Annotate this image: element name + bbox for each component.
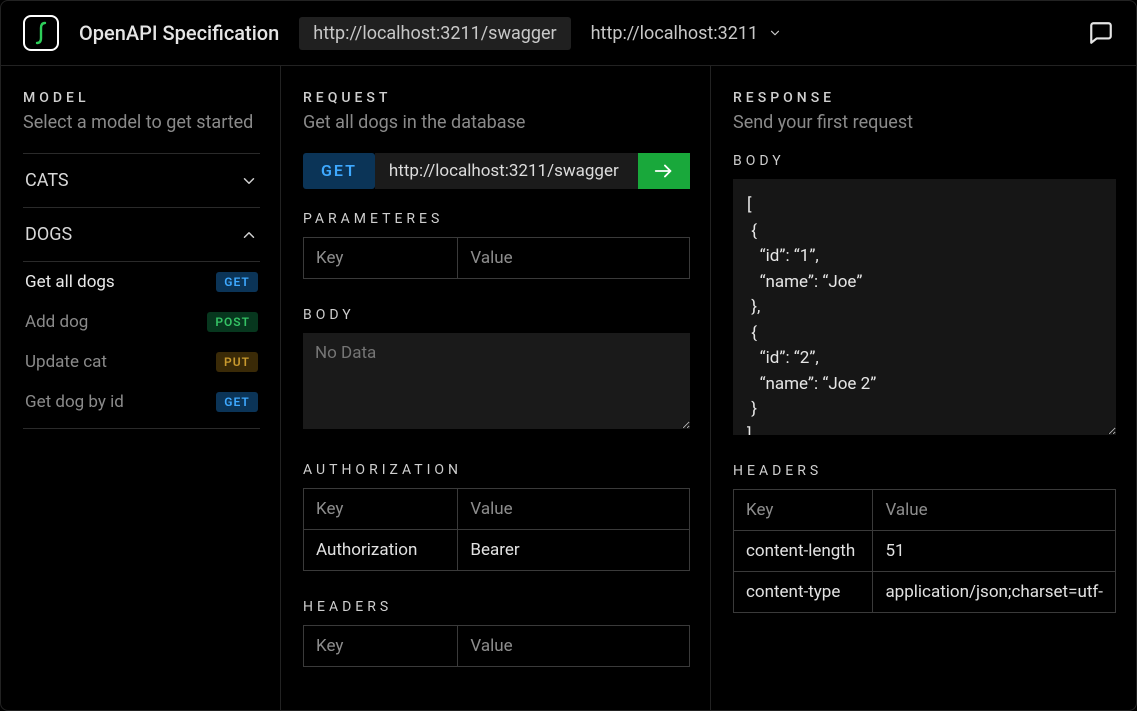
endpoint-add-dog[interactable]: Add dog POST — [23, 302, 260, 342]
resp-headers-value-header: Value — [873, 490, 1116, 531]
parameters-value-header: Value — [458, 238, 690, 279]
model-panel-title: MODEL — [23, 90, 260, 106]
authorization-heading: AUTHORIZATION — [303, 462, 690, 478]
app-window: OpenAPI Specification http://localhost:3… — [0, 0, 1137, 711]
model-group-cats[interactable]: CATS — [23, 153, 260, 208]
app-header: OpenAPI Specification http://localhost:3… — [1, 1, 1136, 66]
table-row: content-type application/json;charset=ut… — [734, 572, 1116, 613]
app-body: MODEL Select a model to get started CATS… — [1, 66, 1136, 710]
auth-key-cell[interactable]: Authorization — [304, 530, 458, 571]
base-url-text: http://localhost:3211 — [591, 23, 758, 44]
send-icon — [653, 160, 675, 182]
spec-url-pill[interactable]: http://localhost:3211/swagger — [299, 17, 570, 50]
endpoint-label: Get dog by id — [25, 392, 124, 412]
chevron-down-icon — [768, 26, 782, 40]
model-group-dogs-endpoints: Get all dogs GET Add dog POST Update cat… — [23, 262, 260, 429]
auth-value-header: Value — [458, 489, 690, 530]
request-body-input[interactable] — [303, 333, 690, 429]
method-badge-get: GET — [216, 272, 258, 292]
chevron-down-icon — [240, 172, 258, 190]
endpoint-label: Get all dogs — [25, 272, 115, 292]
request-line: GET http://localhost:3211/swagger — [303, 153, 690, 189]
response-headers-heading: HEADERS — [733, 463, 1116, 479]
table-header-row: Key Value — [734, 490, 1116, 531]
req-headers-key-header: Key — [304, 626, 458, 667]
resp-header-value: 51 — [873, 531, 1116, 572]
model-panel: MODEL Select a model to get started CATS… — [1, 66, 281, 710]
table-header-row: Key Value — [304, 626, 690, 667]
req-headers-value-header: Value — [458, 626, 690, 667]
parameters-table[interactable]: Key Value — [303, 237, 690, 279]
app-title: OpenAPI Specification — [79, 21, 279, 45]
endpoint-get-dog-by-id[interactable]: Get dog by id GET — [23, 382, 260, 422]
request-panel: REQUEST Get all dogs in the database GET… — [281, 66, 711, 710]
resp-header-key: content-type — [734, 572, 873, 613]
endpoint-label: Add dog — [25, 312, 88, 332]
response-panel: RESPONSE Send your first request BODY [ … — [711, 66, 1136, 710]
response-headers-table: Key Value content-length 51 content-type… — [733, 489, 1116, 613]
endpoint-get-all-dogs[interactable]: Get all dogs GET — [23, 262, 260, 302]
model-panel-subtitle: Select a model to get started — [23, 112, 260, 133]
app-logo — [23, 15, 59, 51]
table-header-row: Key Value — [304, 238, 690, 279]
response-panel-title: RESPONSE — [733, 90, 1116, 106]
request-panel-subtitle: Get all dogs in the database — [303, 112, 690, 133]
chevron-up-icon — [240, 226, 258, 244]
parameters-key-header: Key — [304, 238, 458, 279]
integral-icon — [33, 21, 49, 45]
model-group-dogs[interactable]: DOGS — [23, 208, 260, 262]
resp-header-key: content-length — [734, 531, 873, 572]
chat-icon — [1088, 20, 1114, 46]
auth-key-header: Key — [304, 489, 458, 530]
chat-button[interactable] — [1088, 20, 1114, 46]
base-url-dropdown[interactable]: http://localhost:3211 — [591, 23, 782, 44]
response-panel-subtitle: Send your first request — [733, 112, 1116, 133]
response-body-view[interactable]: [ { “id”: “1”, “name”: “Joe” }, { “id”: … — [733, 179, 1116, 435]
table-row[interactable]: Authorization Bearer — [304, 530, 690, 571]
request-method-badge[interactable]: GET — [303, 153, 375, 189]
auth-value-cell[interactable]: Bearer — [458, 530, 690, 571]
resp-header-value: application/json;charset=utf- — [873, 572, 1116, 613]
resp-headers-key-header: Key — [734, 490, 873, 531]
table-row: content-length 51 — [734, 531, 1116, 572]
method-badge-post: POST — [207, 312, 258, 332]
request-headers-table[interactable]: Key Value — [303, 625, 690, 667]
authorization-table[interactable]: Key Value Authorization Bearer — [303, 488, 690, 571]
endpoint-update-cat[interactable]: Update cat PUT — [23, 342, 260, 382]
parameters-heading: PARAMETERES — [303, 211, 690, 227]
model-group-label: DOGS — [25, 224, 72, 245]
request-body-heading: BODY — [303, 307, 690, 323]
response-body-heading: BODY — [733, 153, 1116, 169]
model-group-label: CATS — [25, 170, 69, 191]
request-headers-heading: HEADERS — [303, 599, 690, 615]
endpoint-label: Update cat — [25, 352, 107, 372]
table-header-row: Key Value — [304, 489, 690, 530]
send-request-button[interactable] — [638, 153, 690, 189]
method-badge-get: GET — [216, 392, 258, 412]
method-badge-put: PUT — [216, 352, 258, 372]
request-panel-title: REQUEST — [303, 90, 690, 106]
request-url-input[interactable]: http://localhost:3211/swagger — [375, 153, 638, 189]
